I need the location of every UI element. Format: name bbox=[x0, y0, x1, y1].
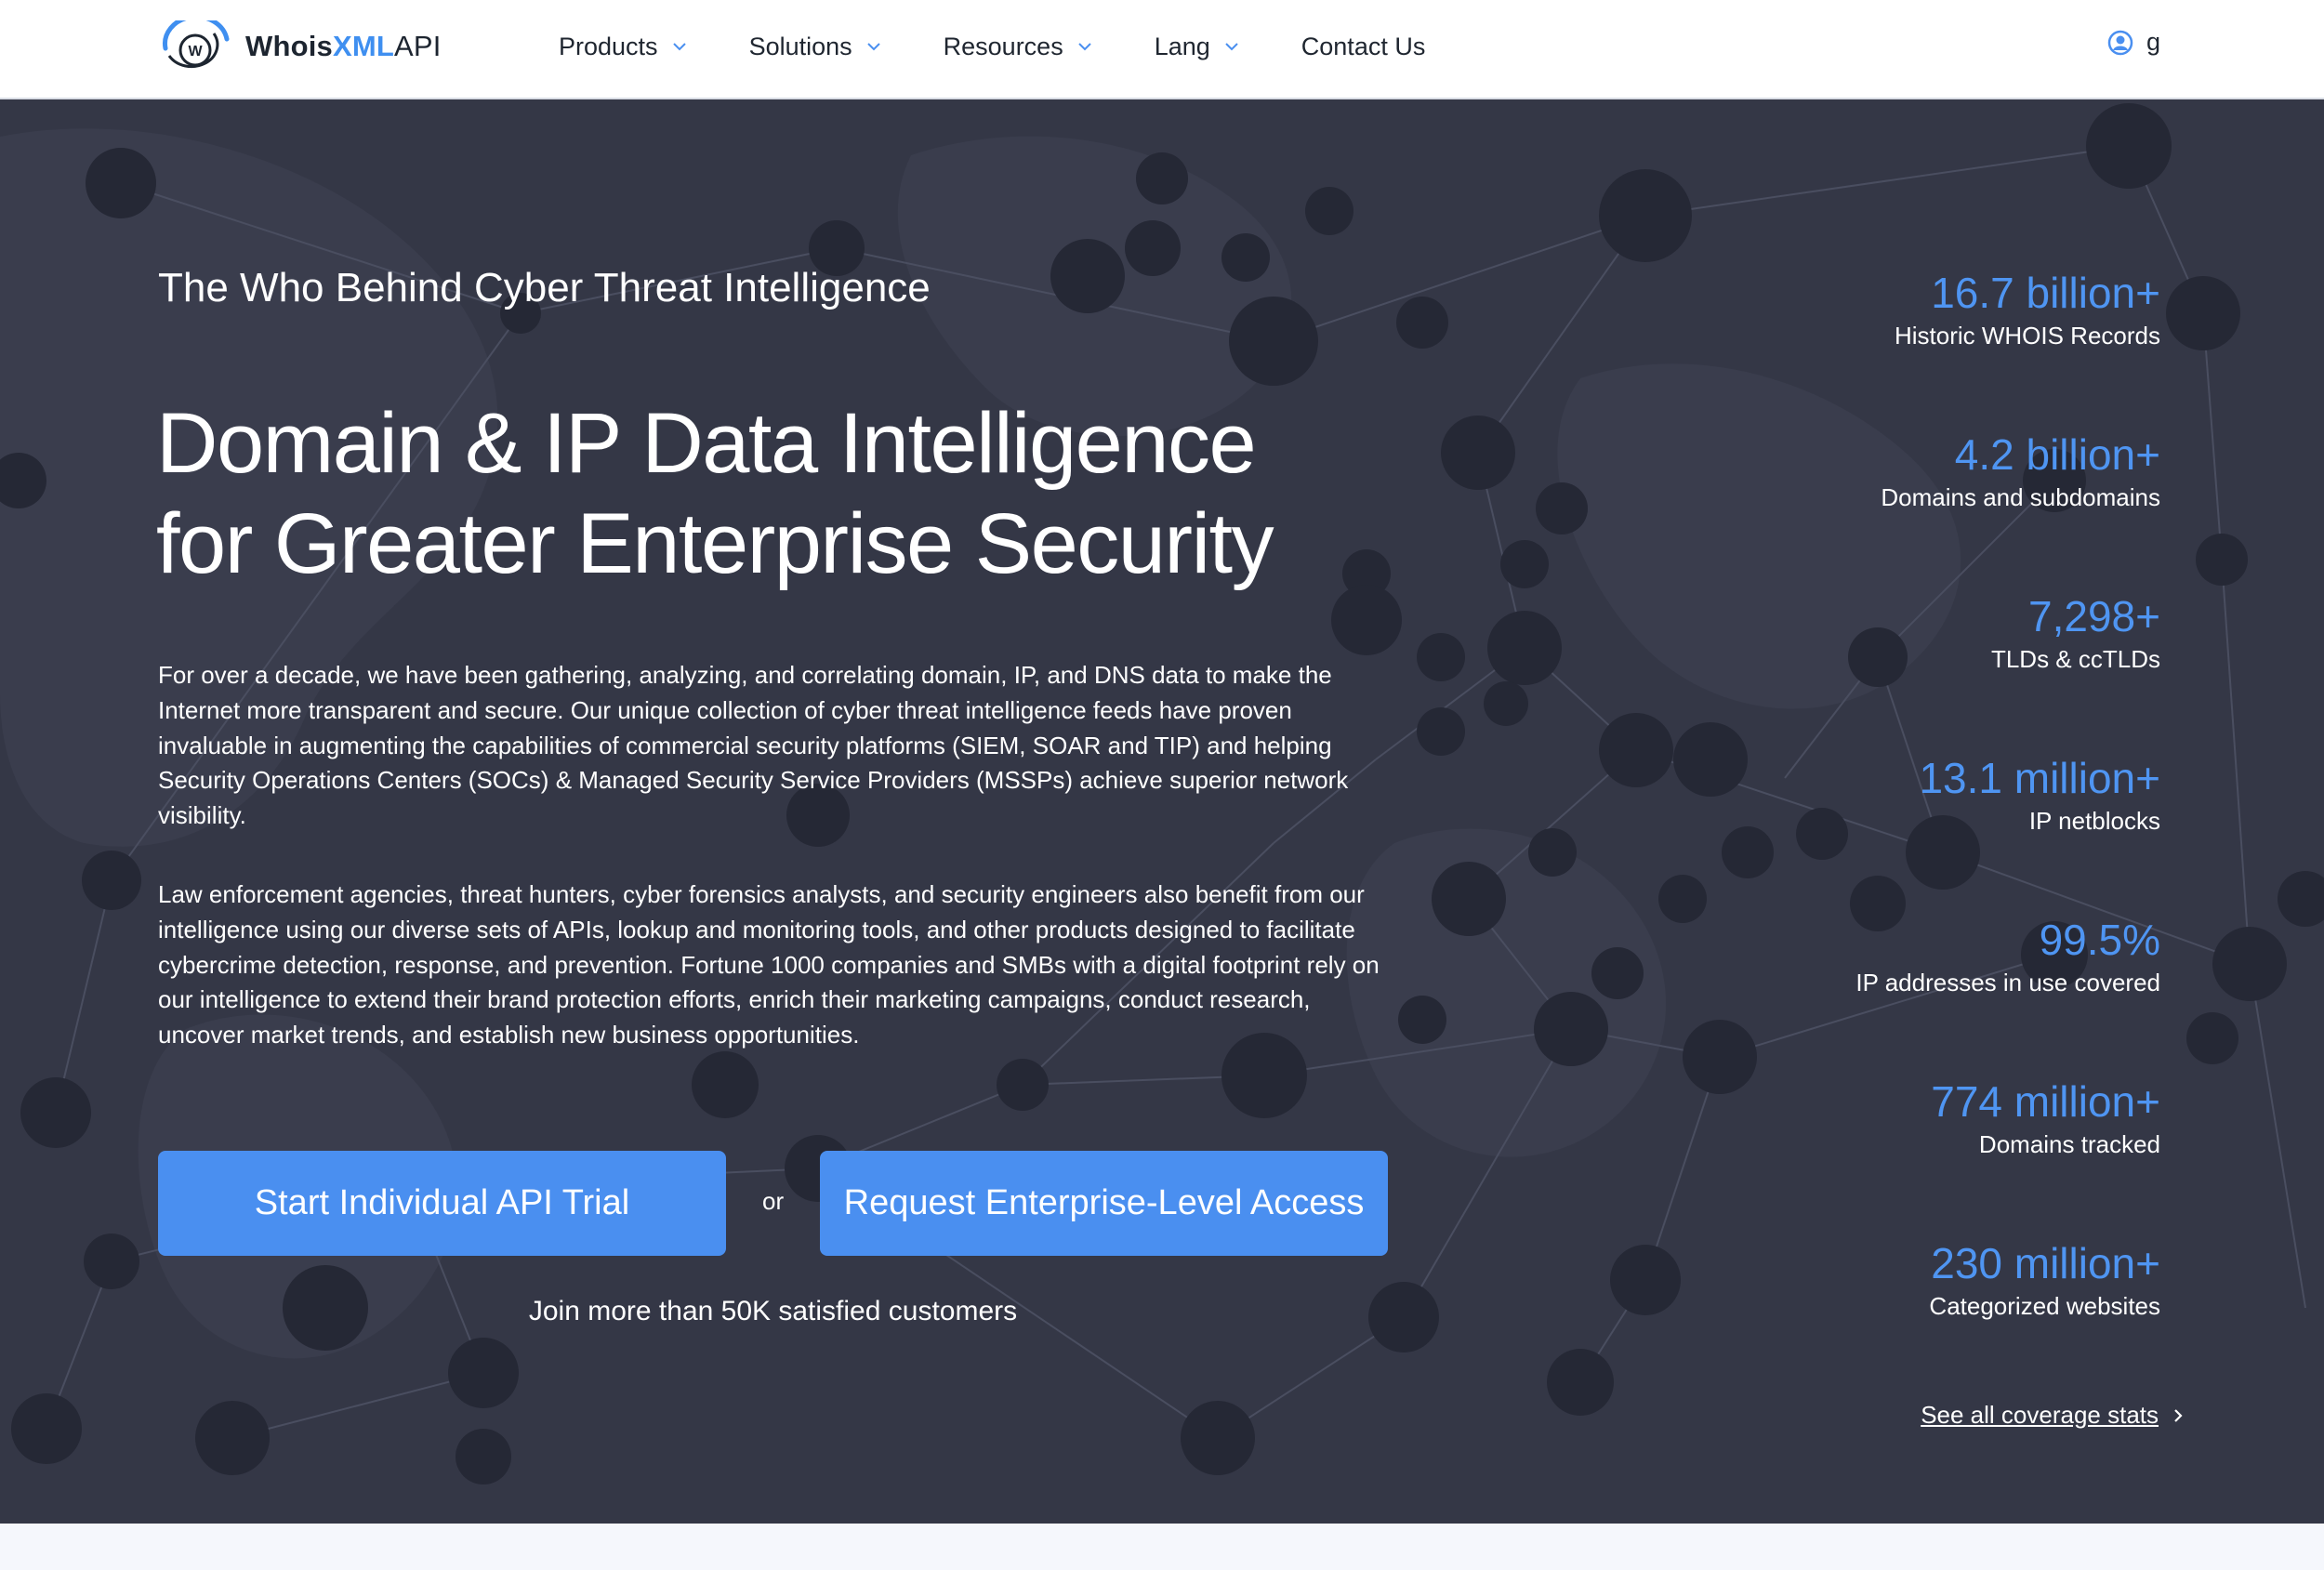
stat-value: 230 million+ bbox=[1931, 1239, 2160, 1287]
svg-text:W: W bbox=[188, 44, 203, 59]
nav-item-label: Lang bbox=[1154, 32, 1210, 60]
whoisxml-logo-icon: W bbox=[163, 20, 230, 69]
nav-item-label: Contact Us bbox=[1301, 32, 1426, 60]
stat-label: Categorized websites bbox=[1929, 1292, 2160, 1320]
chevron-down-icon bbox=[866, 43, 880, 51]
stat-value: 774 million+ bbox=[1931, 1077, 2160, 1126]
start-api-trial-button[interactable]: Start Individual API Trial bbox=[158, 1151, 726, 1256]
coverage-stats: 16.7 billion+ Historic WHOIS Records 4.2… bbox=[1603, 267, 2160, 1399]
hero-headline-line1: Domain & IP Data Intelligence bbox=[156, 396, 1257, 491]
chevron-down-icon bbox=[672, 43, 686, 51]
nav-item-lang[interactable]: Lang bbox=[1155, 33, 1240, 61]
logo[interactable]: W WhoisXMLAPI bbox=[158, 19, 442, 74]
stat-label: TLDs & ccTLDs bbox=[1990, 645, 2160, 673]
nav-item-label: Solutions bbox=[748, 32, 852, 60]
page-bottom-band bbox=[0, 1524, 2324, 1570]
logo-text: WhoisXMLAPI bbox=[245, 30, 442, 63]
hero-kicker: The Who Behind Cyber Threat Intelligence bbox=[158, 265, 931, 310]
top-navbar: W WhoisXMLAPI Products Solutions Resourc… bbox=[0, 0, 2324, 99]
stat-label: Domains tracked bbox=[1978, 1130, 2160, 1158]
hero-headline-line2: for Greater Enterprise Security bbox=[156, 496, 1274, 591]
stat-label: IP addresses in use covered bbox=[1855, 969, 2160, 996]
main-nav: Products Solutions Resources Lang Contac… bbox=[559, 0, 1425, 93]
nav-item-products[interactable]: Products bbox=[559, 33, 688, 61]
chevron-down-icon bbox=[1077, 43, 1091, 51]
hero-paragraph-2: Law enforcement agencies, threat hunters… bbox=[158, 880, 1380, 1049]
stat-item: 230 million+ Categorized websites bbox=[1603, 1237, 2160, 1399]
stat-item: 16.7 billion+ Historic WHOIS Records bbox=[1603, 267, 2160, 429]
chevron-right-icon bbox=[2174, 1408, 2183, 1422]
hero-section: The Who Behind Cyber Threat Intelligence… bbox=[0, 99, 2324, 1524]
see-all-label: See all coverage stats bbox=[1921, 1401, 2159, 1429]
stat-label: Historic WHOIS Records bbox=[1894, 322, 2160, 350]
hero-headline: Domain & IP Data Intelligence for Greate… bbox=[156, 393, 1458, 594]
nav-item-label: Products bbox=[559, 32, 658, 60]
request-enterprise-access-button[interactable]: Request Enterprise-Level Access bbox=[820, 1151, 1388, 1256]
stat-item: 774 million+ Domains tracked bbox=[1603, 1075, 2160, 1237]
chevron-down-icon bbox=[1225, 43, 1238, 51]
logo-text-api: API bbox=[394, 30, 442, 62]
stat-value: 4.2 billion+ bbox=[1954, 430, 2160, 479]
logo-text-whois: Whois bbox=[245, 30, 333, 62]
logo-text-xml: XML bbox=[333, 30, 395, 62]
nav-item-label: Resources bbox=[943, 32, 1063, 60]
stat-item: 13.1 million+ IP netblocks bbox=[1603, 752, 2160, 914]
nav-item-contact-us[interactable]: Contact Us bbox=[1301, 33, 1426, 61]
stat-item: 7,298+ TLDs & ccTLDs bbox=[1603, 590, 2160, 752]
stat-label: Domains and subdomains bbox=[1881, 483, 2160, 511]
nav-item-solutions[interactable]: Solutions bbox=[749, 33, 882, 61]
stat-value: 13.1 million+ bbox=[1919, 754, 2160, 802]
user-icon bbox=[2107, 30, 2133, 55]
or-separator: or bbox=[762, 1187, 785, 1215]
stat-item: 99.5% IP addresses in use covered bbox=[1603, 914, 2160, 1075]
stat-value: 7,298+ bbox=[2028, 592, 2160, 640]
see-all-coverage-stats-link[interactable]: See all coverage stats bbox=[1921, 1401, 2185, 1430]
stat-label: IP netblocks bbox=[2028, 807, 2160, 835]
hero-paragraph-1: For over a decade, we have been gatherin… bbox=[158, 661, 1349, 830]
join-customers-text: Join more than 50K satisfied customers bbox=[528, 1296, 1018, 1326]
stat-item: 4.2 billion+ Domains and subdomains bbox=[1603, 429, 2160, 590]
user-menu[interactable]: g bbox=[2107, 28, 2160, 57]
stat-value: 16.7 billion+ bbox=[1931, 269, 2160, 317]
nav-item-resources[interactable]: Resources bbox=[944, 33, 1093, 61]
user-name: g bbox=[2146, 28, 2160, 56]
stat-value: 99.5% bbox=[2039, 916, 2160, 964]
